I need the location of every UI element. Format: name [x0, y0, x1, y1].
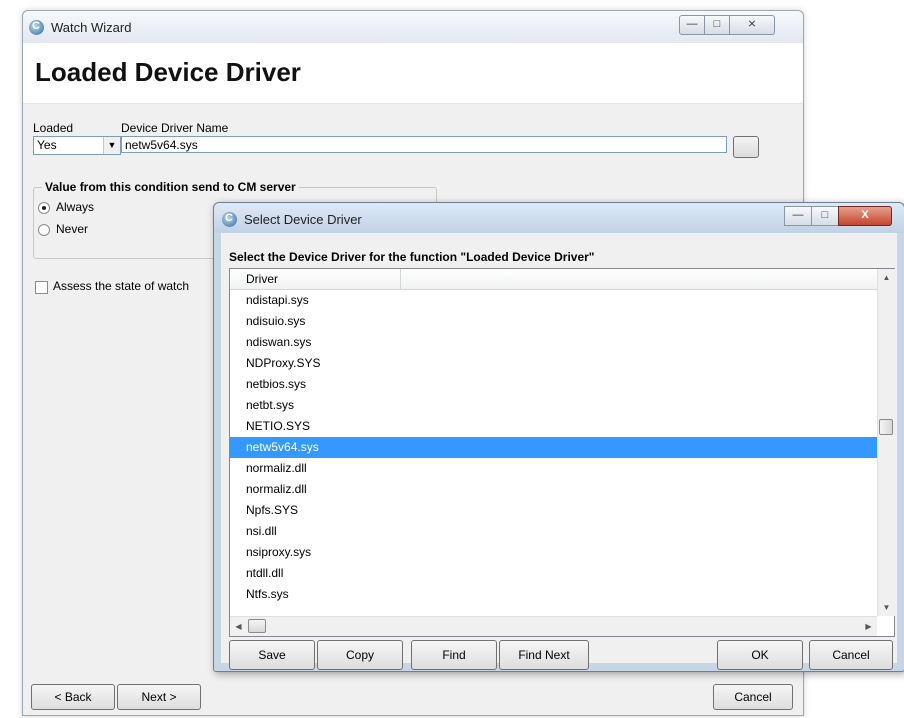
list-item[interactable]: ndistapi.sys — [230, 290, 877, 311]
horizontal-scroll-thumb[interactable] — [248, 619, 266, 633]
list-item[interactable]: normaliz.dll — [230, 458, 877, 479]
find-next-button[interactable]: Find Next — [499, 640, 589, 670]
column-header-driver[interactable]: Driver — [230, 269, 401, 289]
loaded-dropdown[interactable]: Yes ▼ — [33, 136, 121, 155]
loaded-label: Loaded — [33, 121, 74, 135]
dialog-titlebar[interactable]: C Select Device Driver — □ X — [214, 203, 904, 233]
dialog-minimize-button[interactable]: — — [784, 206, 812, 226]
header-band: Loaded Device Driver — [23, 43, 803, 104]
list-item[interactable]: NDProxy.SYS — [230, 353, 877, 374]
app-logo-icon: C — [222, 212, 237, 227]
radio-never[interactable] — [38, 224, 50, 236]
list-item-label: ndistapi.sys — [246, 293, 309, 307]
list-item[interactable]: nsi.dll — [230, 521, 877, 542]
list-item-label: nsiproxy.sys — [246, 545, 312, 559]
maximize-button[interactable]: □ — [704, 15, 730, 35]
list-item[interactable]: nsiproxy.sys — [230, 542, 877, 563]
list-item[interactable]: netbios.sys — [230, 374, 877, 395]
vertical-scroll-thumb[interactable] — [879, 419, 893, 435]
scroll-up-arrow-icon[interactable]: ▲ — [878, 269, 895, 286]
list-item[interactable]: ndiswan.sys — [230, 332, 877, 353]
list-item-label: NETIO.SYS — [246, 419, 311, 433]
save-button[interactable]: Save — [229, 640, 315, 670]
dialog-client-area: Select the Device Driver for the functio… — [221, 233, 897, 670]
list-item-label: ndiswan.sys — [246, 335, 312, 349]
list-item-label: netbt.sys — [246, 398, 295, 412]
list-item-label: NDProxy.SYS — [246, 356, 321, 370]
browse-button[interactable] — [733, 136, 759, 158]
dialog-close-button[interactable]: X — [838, 206, 892, 226]
horizontal-scrollbar[interactable]: ◀ ▶ — [230, 616, 877, 636]
list-item[interactable]: Npfs.SYS — [230, 500, 877, 521]
driver-rows: ndistapi.sys ndisuio.sys ndiswan.sys NDProx… — [230, 290, 877, 616]
list-item-label: ntdll.dll — [246, 566, 284, 580]
list-item-label: netbios.sys — [246, 377, 307, 391]
list-item[interactable]: NETIO.SYS — [230, 416, 877, 437]
list-item-label: normaliz.dll — [246, 482, 307, 496]
dialog-cancel-button[interactable]: Cancel — [809, 640, 893, 670]
minimize-button[interactable]: — — [679, 15, 705, 35]
assess-state-label[interactable]: Assess the state of watch — [53, 279, 189, 293]
scroll-down-arrow-icon[interactable]: ▼ — [878, 599, 895, 616]
radio-always[interactable] — [38, 202, 50, 214]
list-item-label: Npfs.SYS — [246, 503, 299, 517]
list-item[interactable]: Ntfs.sys — [230, 584, 877, 605]
main-titlebar[interactable]: C Watch Wizard — □ ⨯ — [23, 11, 803, 43]
list-item-label: netw5v64.sys — [246, 440, 319, 454]
radio-always-label[interactable]: Always — [56, 200, 94, 214]
assess-state-checkbox[interactable] — [35, 281, 48, 294]
list-item-label: normaliz.dll — [246, 461, 307, 475]
radio-never-label[interactable]: Never — [56, 222, 88, 236]
back-button[interactable]: < Back — [31, 684, 115, 710]
app-logo-icon: C — [29, 20, 44, 35]
scroll-left-arrow-icon[interactable]: ◀ — [230, 617, 247, 636]
chevron-down-icon[interactable]: ▼ — [103, 137, 120, 154]
main-window-title: Watch Wizard — [51, 20, 132, 35]
next-button[interactable]: Next > — [117, 684, 201, 710]
find-button[interactable]: Find — [411, 640, 497, 670]
driver-list[interactable]: Driver ndistapi.sys ndisuio.sys ndiswan.sy… — [229, 268, 895, 637]
list-item[interactable]: normaliz.dll — [230, 479, 877, 500]
value-group-title: Value from this condition send to CM ser… — [42, 180, 299, 194]
dialog-heading: Select the Device Driver for the functio… — [229, 250, 595, 264]
dialog-maximize-button[interactable]: □ — [811, 206, 839, 226]
ok-button[interactable]: OK — [717, 640, 803, 670]
device-driver-name-input[interactable] — [121, 136, 727, 153]
select-device-driver-dialog: C Select Device Driver — □ X Select the … — [213, 202, 904, 672]
list-item[interactable]: netbt.sys — [230, 395, 877, 416]
dialog-title: Select Device Driver — [244, 212, 362, 227]
device-driver-name-label: Device Driver Name — [121, 121, 229, 135]
list-item-label: nsi.dll — [246, 524, 277, 538]
copy-button[interactable]: Copy — [317, 640, 403, 670]
list-item-label: ndisuio.sys — [246, 314, 306, 328]
page-title: Loaded Device Driver — [35, 57, 301, 87]
scroll-right-arrow-icon[interactable]: ▶ — [860, 617, 877, 636]
list-item[interactable]: ndisuio.sys — [230, 311, 877, 332]
list-item-label: Ntfs.sys — [246, 587, 289, 601]
loaded-dropdown-value: Yes — [37, 138, 57, 152]
vertical-scrollbar[interactable]: ▲ ▼ — [877, 269, 895, 616]
list-item[interactable]: ntdll.dll — [230, 563, 877, 584]
list-header: Driver — [230, 269, 877, 290]
cancel-button[interactable]: Cancel — [713, 684, 793, 710]
column-header-label: Driver — [246, 272, 278, 286]
close-button[interactable]: ⨯ — [729, 15, 775, 35]
list-item[interactable]: netw5v64.sys — [230, 437, 877, 458]
